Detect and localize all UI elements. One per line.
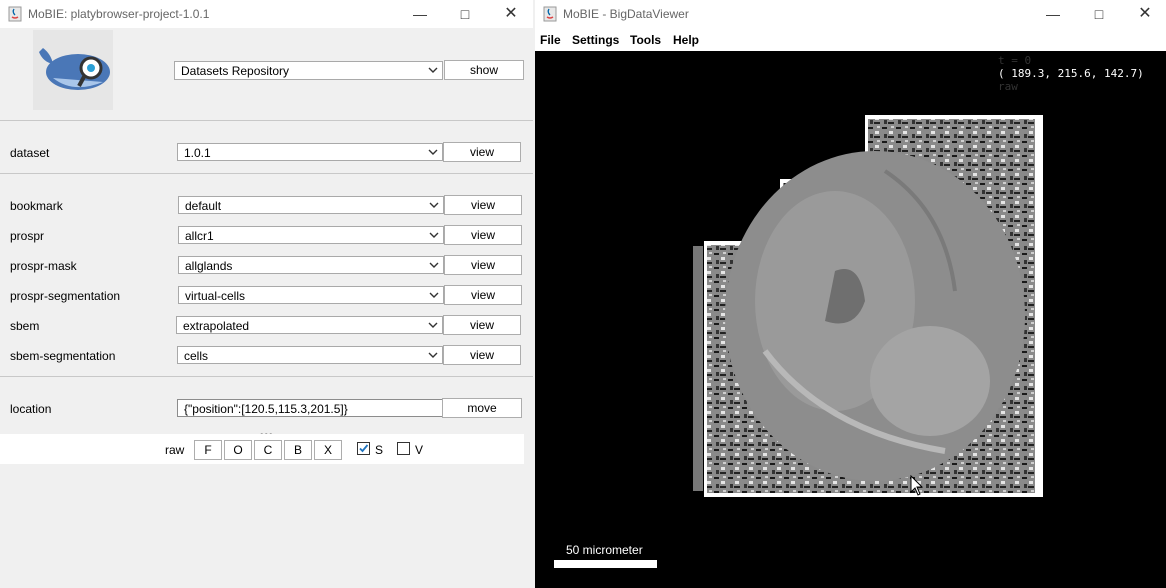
sbem-segmentation-select[interactable]: cells (177, 346, 443, 364)
divider (0, 173, 533, 174)
source-select[interactable]: Datasets Repository (174, 61, 443, 80)
color-button[interactable]: C (254, 440, 282, 460)
close-icon[interactable]: ✕ (1135, 4, 1155, 24)
location-label: location (10, 402, 52, 416)
whale-logo-icon (33, 30, 113, 110)
sbem-segmentation-select-value: cells (184, 349, 209, 363)
bookmark-label: bookmark (10, 199, 63, 213)
dataset-label: dataset (10, 146, 50, 160)
close-icon[interactable]: ✕ (501, 4, 521, 24)
java-icon (8, 6, 22, 22)
opacity-button[interactable]: O (224, 440, 252, 460)
menu-settings[interactable]: Settings (572, 33, 619, 47)
prospr-select-value: allcr1 (185, 229, 214, 243)
title-bar[interactable]: MoBIE - BigDataViewer — □ ✕ (535, 0, 1166, 28)
window-title: MoBIE: platybrowser-project-1.0.1 (28, 7, 210, 21)
move-button[interactable]: move (442, 398, 522, 418)
chevron-down-icon (428, 352, 438, 358)
mouse-cursor-icon (910, 475, 924, 496)
location-input-value: {"position":[120.5,115.3,201.5]} (184, 402, 348, 416)
focus-button[interactable]: F (194, 440, 222, 460)
show-checkbox[interactable] (357, 442, 370, 455)
minimize-icon[interactable]: — (410, 4, 430, 24)
coordinate-readout: ( 189.3, 215.6, 142.7) (998, 67, 1144, 80)
maximize-icon[interactable]: □ (1089, 4, 1109, 24)
divider (0, 376, 533, 377)
source-name-label: raw (165, 443, 185, 457)
scale-bar-label: 50 micrometer (566, 543, 643, 557)
volume-checkbox[interactable] (397, 442, 410, 455)
prospr-view-button[interactable]: view (444, 225, 522, 245)
prospr-select[interactable]: allcr1 (178, 226, 444, 244)
chevron-down-icon (428, 322, 438, 328)
prospr-mask-select[interactable]: allglands (178, 256, 444, 274)
source-select-value: Datasets Repository (181, 64, 290, 78)
prospr-mask-select-value: allglands (185, 259, 233, 273)
sbem-label: sbem (10, 319, 40, 333)
menu-tools[interactable]: Tools (630, 33, 661, 47)
chevron-down-icon (429, 232, 439, 238)
bookmark-view-button[interactable]: view (444, 195, 522, 215)
sbem-view-button[interactable]: view (443, 315, 521, 335)
menu-help[interactable]: Help (673, 33, 699, 47)
volume-checkbox-label: V (415, 443, 424, 457)
dataset-view-button[interactable]: view (443, 142, 521, 162)
prospr-label: prospr (10, 229, 45, 243)
title-bar[interactable]: MoBIE: platybrowser-project-1.0.1 — □ ✕ (0, 0, 533, 28)
sbem-select-value: extrapolated (183, 319, 250, 333)
bookmark-select-value: default (185, 199, 222, 213)
em-image-slice (693, 115, 1043, 497)
menu-bar: File Settings Tools Help (535, 28, 1166, 51)
minimize-icon[interactable]: — (1043, 4, 1063, 24)
sbem-segmentation-view-button[interactable]: view (443, 345, 521, 365)
checkmark-icon (359, 444, 369, 453)
window-title: MoBIE - BigDataViewer (563, 7, 689, 21)
prospr-segmentation-view-button[interactable]: view (444, 285, 522, 305)
java-icon (543, 6, 557, 22)
show-button[interactable]: show (444, 60, 524, 80)
show-checkbox-label: S (375, 443, 384, 457)
source-readout: raw (998, 80, 1018, 93)
chevron-down-icon (429, 262, 439, 268)
divider (0, 120, 533, 121)
chevron-down-icon (429, 202, 439, 208)
sbem-select[interactable]: extrapolated (176, 316, 443, 334)
prospr-mask-label: prospr-mask (10, 259, 77, 273)
maximize-icon[interactable]: □ (455, 4, 475, 24)
chevron-down-icon (429, 292, 439, 298)
prospr-segmentation-label: prospr-segmentation (10, 289, 121, 303)
location-input[interactable]: {"position":[120.5,115.3,201.5]} (177, 399, 443, 417)
mobie-main-window: MoBIE: platybrowser-project-1.0.1 — □ ✕ … (0, 0, 533, 588)
prospr-segmentation-select-value: virtual-cells (185, 289, 246, 303)
sbem-segmentation-label: sbem-segmentation (10, 349, 116, 363)
menu-file[interactable]: File (540, 33, 561, 47)
time-readout: t = 0 (998, 54, 1032, 67)
image-viewer-canvas[interactable]: t = 0 ( 189.3, 215.6, 142.7) raw 50 micr… (535, 51, 1166, 588)
prospr-segmentation-select[interactable]: virtual-cells (178, 286, 444, 304)
source-action-bar: raw F O C B X S V (0, 434, 524, 464)
brightness-button[interactable]: B (284, 440, 312, 460)
scale-bar (554, 560, 657, 568)
bookmark-select[interactable]: default (178, 196, 444, 214)
chevron-down-icon (428, 67, 438, 73)
dataset-select[interactable]: 1.0.1 (177, 143, 443, 161)
chevron-down-icon (428, 149, 438, 155)
prospr-mask-view-button[interactable]: view (444, 255, 522, 275)
dataset-select-value: 1.0.1 (184, 146, 211, 160)
bigdataviewer-window: MoBIE - BigDataViewer — □ ✕ File Setting… (535, 0, 1166, 588)
remove-button[interactable]: X (314, 440, 342, 460)
